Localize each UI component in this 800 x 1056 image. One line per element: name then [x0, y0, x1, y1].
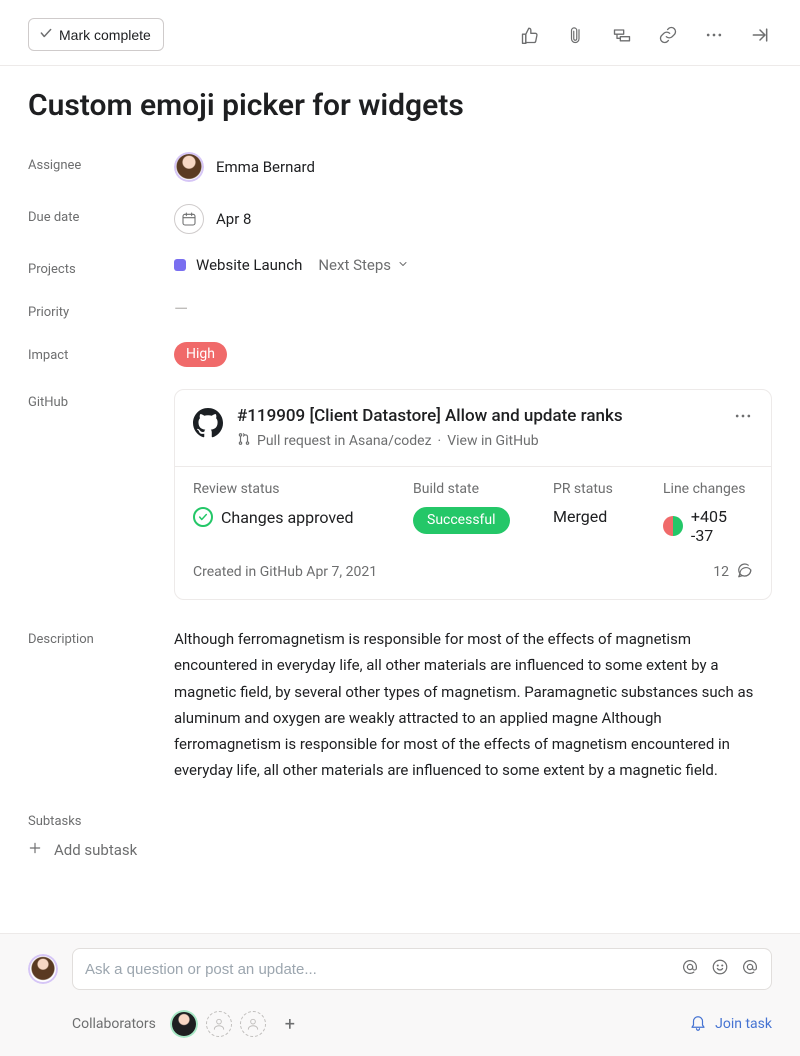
plus-icon [28, 841, 42, 859]
github-pr-status-label: PR status [553, 481, 643, 497]
field-assignee: Assignee Emma Bernard [28, 152, 772, 182]
line-changes-icon [663, 516, 683, 536]
field-github: GitHub #119909 [Client Datastore] Allow … [28, 389, 772, 600]
emoji-icon[interactable] [711, 958, 729, 980]
github-subtitle-repo: Pull request in Asana/codez [257, 433, 432, 449]
label-assignee: Assignee [28, 152, 174, 173]
subtitle-dot: · [438, 433, 442, 449]
github-line-changes-value: +405 -37 [691, 507, 753, 545]
task-title[interactable]: Custom emoji picker for widgets [28, 88, 772, 124]
github-more-icon[interactable] [733, 406, 753, 430]
more-icon[interactable] [702, 23, 726, 47]
field-description: Description Although ferromagnetism is r… [28, 626, 772, 784]
label-subtasks: Subtasks [28, 814, 174, 829]
project-chip[interactable]: Website Launch [174, 256, 302, 274]
collaborators-row: Collaborators + Join task [28, 1010, 772, 1038]
project-section-dropdown[interactable]: Next Steps [318, 256, 409, 274]
label-due-date: Due date [28, 204, 174, 225]
due-date-value[interactable]: Apr 8 [174, 204, 772, 234]
label-collaborators: Collaborators [72, 1016, 156, 1032]
impact-pill[interactable]: High [174, 342, 227, 367]
pull-request-icon [237, 432, 251, 450]
avatar [174, 152, 204, 182]
at-mention-icon[interactable] [681, 958, 699, 980]
like-icon[interactable] [518, 23, 542, 47]
description-text[interactable]: Although ferromagnetism is responsible f… [174, 626, 772, 784]
project-section-label: Next Steps [318, 256, 391, 274]
label-description: Description [28, 626, 174, 647]
subtask-icon[interactable] [610, 23, 634, 47]
add-collaborator-placeholder[interactable] [206, 1011, 232, 1037]
github-comments[interactable]: 12 [713, 561, 753, 583]
github-card: #119909 [Client Datastore] Allow and upd… [174, 389, 772, 600]
calendar-icon [174, 204, 204, 234]
check-icon [39, 26, 53, 43]
collapse-icon[interactable] [748, 23, 772, 47]
github-pr-status-value: Merged [553, 507, 643, 526]
field-due-date: Due date Apr 8 [28, 204, 772, 234]
github-view-link[interactable]: View in GitHub [447, 433, 538, 449]
at-mention-icon[interactable] [741, 958, 759, 980]
bottom-bar: Collaborators + Join task [0, 933, 800, 1056]
link-icon[interactable] [656, 23, 680, 47]
compose-box[interactable] [72, 948, 772, 990]
topbar-actions [518, 23, 772, 47]
priority-value[interactable]: — [174, 297, 186, 320]
field-impact: Impact High [28, 342, 772, 367]
label-impact: Impact [28, 342, 174, 363]
mark-complete-label: Mark complete [59, 27, 151, 43]
label-github: GitHub [28, 389, 174, 410]
approved-check-icon [193, 507, 213, 527]
field-priority: Priority — [28, 299, 772, 320]
github-title[interactable]: #119909 [Client Datastore] Allow and upd… [237, 406, 719, 426]
github-comment-count: 12 [713, 564, 729, 580]
github-created-text: Created in GitHub Apr 7, 2021 [193, 564, 377, 580]
avatar [28, 954, 58, 984]
assignee-value[interactable]: Emma Bernard [174, 152, 772, 182]
topbar: Mark complete [0, 0, 800, 66]
due-date-text: Apr 8 [216, 210, 251, 228]
collaborator-avatar[interactable] [170, 1010, 198, 1038]
attachment-icon[interactable] [564, 23, 588, 47]
label-priority: Priority [28, 299, 174, 320]
join-task-label: Join task [715, 1016, 772, 1032]
add-collaborator-button[interactable]: + [278, 1012, 302, 1036]
add-collaborator-placeholder[interactable] [240, 1011, 266, 1037]
mark-complete-button[interactable]: Mark complete [28, 18, 164, 51]
chevron-down-icon [397, 256, 409, 274]
comment-input[interactable] [85, 961, 671, 978]
join-task-button[interactable]: Join task [689, 1013, 772, 1035]
github-build-state-value: Successful [413, 507, 510, 534]
project-name: Website Launch [196, 256, 302, 274]
github-build-state-label: Build state [413, 481, 533, 497]
bell-icon [689, 1013, 707, 1035]
add-subtask-button[interactable]: Add subtask [28, 841, 772, 859]
field-projects: Projects Website Launch Next Steps [28, 256, 772, 277]
assignee-name: Emma Bernard [216, 158, 315, 176]
task-body: Custom emoji picker for widgets Assignee… [0, 66, 800, 859]
compose-row [28, 948, 772, 990]
add-subtask-label: Add subtask [54, 841, 137, 859]
github-review-status-value: Changes approved [221, 508, 354, 527]
github-line-changes-label: Line changes [663, 481, 753, 497]
github-review-status-label: Review status [193, 481, 393, 497]
label-projects: Projects [28, 256, 174, 277]
field-subtasks: Subtasks [28, 814, 772, 829]
comment-icon [735, 561, 753, 583]
github-icon [193, 408, 223, 438]
project-color-icon [174, 259, 186, 271]
